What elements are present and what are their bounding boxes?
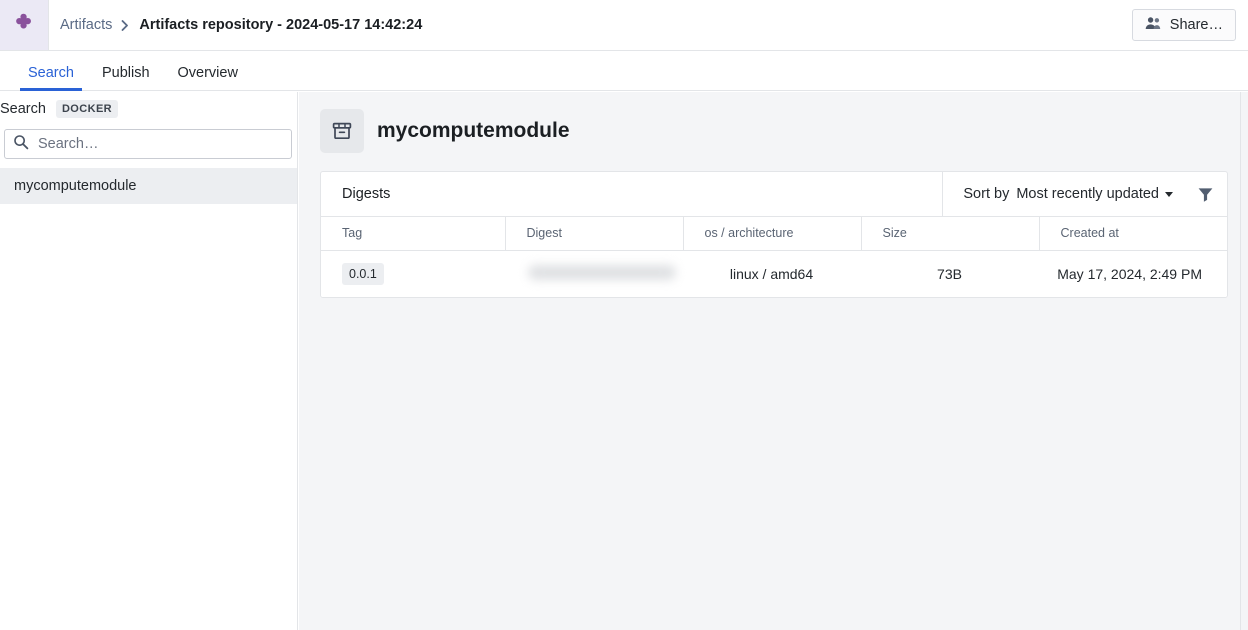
puzzle-piece-icon <box>16 13 31 29</box>
package-icon-container <box>320 109 364 153</box>
sort-by-label: Sort by <box>963 186 1010 202</box>
sort-by-dropdown[interactable]: Most recently updated <box>1016 186 1173 202</box>
tab-publish[interactable]: Publish <box>94 65 158 90</box>
tag-badge: 0.0.1 <box>342 262 384 285</box>
chevron-right-icon <box>121 19 130 31</box>
column-header-size[interactable]: Size <box>861 217 1040 251</box>
sort-control-group: Sort by Most recently updated <box>942 172 1227 217</box>
page-header: mycomputemodule <box>320 109 1240 153</box>
sidebar-title: Search <box>0 101 46 117</box>
column-header-os-architecture[interactable]: os / architecture <box>683 217 862 251</box>
sidebar-panel: Search DOCKER mycomputemodule <box>0 92 298 630</box>
cell-created-at: May 17, 2024, 2:49 PM <box>1039 250 1227 297</box>
breadcrumb-current-title: Artifacts repository - 2024-05-17 14:42:… <box>139 17 423 33</box>
digest-redacted-value <box>528 264 676 280</box>
tab-bar: Search Publish Overview <box>0 51 1248 91</box>
table-header-row: Tag Digest os / architecture Size Create… <box>321 217 1227 251</box>
column-header-created-at[interactable]: Created at <box>1039 217 1227 251</box>
cell-digest <box>505 250 683 297</box>
list-item-label: mycomputemodule <box>14 178 137 194</box>
tab-overview[interactable]: Overview <box>170 65 246 90</box>
package-box-icon <box>332 122 352 140</box>
breadcrumb: Artifacts Artifacts repository - 2024-05… <box>60 17 422 33</box>
digests-card-header: Digests Sort by Most recently updated <box>321 172 1227 217</box>
search-input[interactable] <box>36 135 283 153</box>
column-header-tag[interactable]: Tag <box>321 217 506 251</box>
main-content-area: mycomputemodule Digests Sort by Most rec… <box>299 92 1240 630</box>
cell-size: 73B <box>861 250 1039 297</box>
search-results-list: mycomputemodule <box>0 168 297 204</box>
tab-search[interactable]: Search <box>20 65 82 91</box>
filter-button[interactable] <box>1196 185 1215 204</box>
search-field-wrapper[interactable] <box>4 129 292 159</box>
breadcrumb-root-link[interactable]: Artifacts <box>60 17 112 33</box>
sidebar-header: Search DOCKER <box>0 92 297 126</box>
column-header-digest[interactable]: Digest <box>505 217 684 251</box>
users-icon <box>1145 16 1162 34</box>
cell-tag: 0.0.1 <box>321 250 505 297</box>
registry-type-badge: DOCKER <box>55 100 119 118</box>
filter-funnel-icon <box>1198 187 1213 202</box>
page-title: mycomputemodule <box>377 119 570 142</box>
search-icon <box>13 134 29 155</box>
share-button-label: Share… <box>1169 17 1223 33</box>
digests-table: Tag Digest os / architecture Size Create… <box>321 217 1227 297</box>
top-header-bar: Artifacts Artifacts repository - 2024-05… <box>0 0 1248 51</box>
digests-title: Digests <box>342 186 391 202</box>
sort-by-value: Most recently updated <box>1016 186 1159 202</box>
list-item[interactable]: mycomputemodule <box>0 168 297 204</box>
digests-card: Digests Sort by Most recently updated Ta… <box>320 171 1228 298</box>
chevron-down-icon <box>1165 191 1173 197</box>
right-rail-divider <box>1240 92 1248 630</box>
table-row[interactable]: 0.0.1 linux / amd64 73B May 17, 2024, 2:… <box>321 250 1227 297</box>
cell-os-architecture: linux / amd64 <box>683 250 861 297</box>
share-button[interactable]: Share… <box>1131 9 1236 41</box>
app-logo[interactable] <box>0 0 49 50</box>
